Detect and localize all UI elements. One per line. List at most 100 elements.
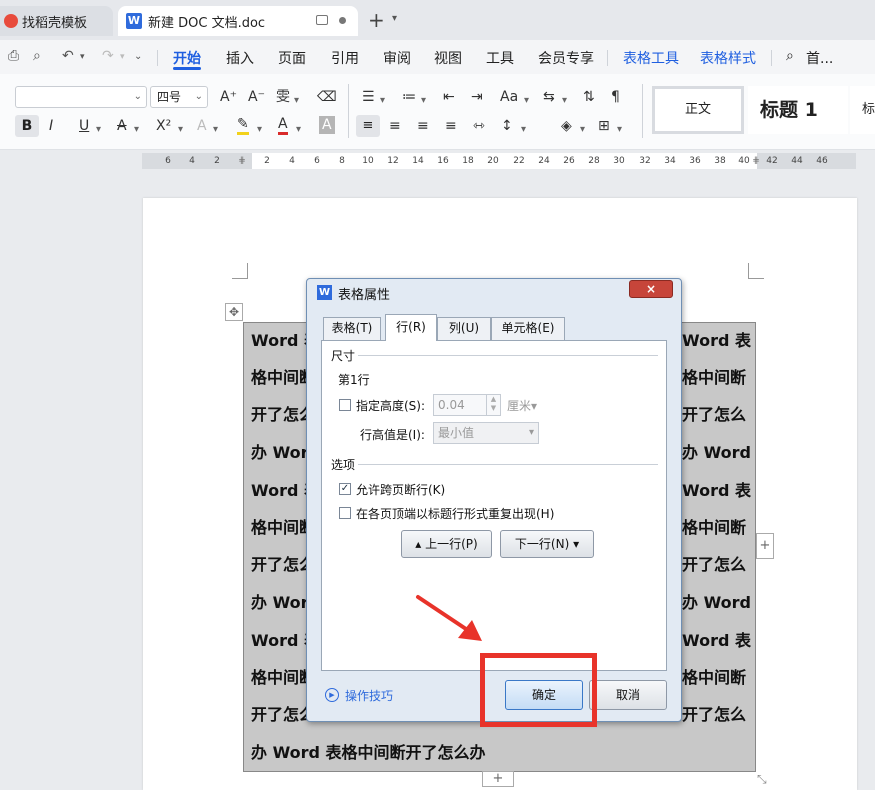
text-effect-icon[interactable]: A — [197, 117, 207, 135]
style-heading-2[interactable]: 标 — [850, 86, 875, 134]
screen-icon[interactable] — [316, 15, 328, 25]
chevron-down-icon[interactable]: ▾ — [213, 121, 218, 139]
table-move-handle-icon[interactable]: ✥ — [225, 303, 243, 321]
previous-row-button[interactable]: ▴ 上一行(P) — [401, 530, 492, 558]
change-case-icon[interactable]: Aa — [500, 88, 518, 106]
undo-icon[interactable]: ↶ — [62, 48, 74, 64]
spin-arrows-icon[interactable]: ▲ ▼ — [486, 395, 500, 415]
unsaved-dot-icon[interactable] — [339, 17, 346, 24]
next-row-button[interactable]: 下一行(N) ▾ — [500, 530, 594, 558]
undo-menu-icon[interactable]: ▾ — [80, 52, 85, 62]
margin-marker-icon[interactable]: ⋕ — [752, 155, 760, 167]
menu-home[interactable]: 开始 — [173, 48, 201, 68]
strikethrough-icon[interactable]: A — [117, 117, 127, 135]
specify-height-checkbox[interactable] — [339, 399, 351, 411]
menu-member[interactable]: 会员专享 — [538, 48, 594, 68]
tab-cell[interactable]: 单元格(E) — [491, 317, 565, 340]
highlight-icon[interactable]: ✎ — [237, 117, 249, 135]
menu-insert[interactable]: 插入 — [226, 48, 254, 68]
bullet-list-icon[interactable]: ☰ — [362, 88, 375, 106]
shading-fill-icon[interactable]: ◈ — [561, 117, 572, 135]
crop-mark — [748, 263, 764, 279]
tab-column[interactable]: 列(U) — [437, 317, 491, 340]
chevron-down-icon[interactable]: ▾ — [580, 121, 585, 139]
menu-view[interactable]: 视图 — [434, 48, 462, 68]
row-height-input[interactable]: 0.04 ▲ ▼ — [433, 394, 501, 416]
chevron-down-icon[interactable]: ▾ — [296, 121, 301, 139]
allow-break-checkbox[interactable]: ✓ — [339, 483, 351, 495]
repeat-header-checkbox[interactable] — [339, 507, 351, 519]
justify-icon[interactable]: ≡ — [445, 117, 457, 135]
menu-tools[interactable]: 工具 — [486, 48, 514, 68]
decrease-font-icon[interactable]: A⁻ — [248, 88, 265, 106]
phonetic-guide-icon[interactable]: 雯 — [276, 88, 290, 106]
cancel-button[interactable]: 取消 — [589, 680, 667, 710]
tab-table[interactable]: 表格(T) — [323, 317, 381, 340]
close-button[interactable]: × — [629, 280, 673, 298]
chevron-down-icon[interactable]: ▾ — [178, 121, 183, 139]
chevron-down-icon[interactable]: ▾ — [521, 121, 526, 139]
char-shading-icon[interactable]: A — [319, 116, 335, 134]
new-tab-button[interactable]: + — [368, 10, 385, 30]
tab-document[interactable]: W 新建 DOC 文档.doc — [118, 6, 358, 36]
bold-icon[interactable]: B — [15, 115, 39, 137]
print-preview-icon[interactable]: ⌕ — [33, 48, 41, 64]
decrease-indent-icon[interactable]: ⇤ — [443, 88, 455, 106]
redo-menu-icon[interactable]: ▾ — [120, 52, 125, 62]
height-unit-select[interactable]: 厘米▾ — [507, 397, 537, 414]
chevron-down-icon[interactable]: ▾ — [617, 121, 622, 139]
menu-references[interactable]: 引用 — [331, 48, 359, 68]
menu-review[interactable]: 审阅 — [383, 48, 411, 68]
superscript-icon[interactable]: X² — [156, 117, 171, 135]
redo-icon[interactable]: ↷ — [102, 48, 114, 64]
search-command[interactable]: 首... — [806, 48, 833, 68]
margin-marker-icon[interactable]: ⋕ — [238, 155, 246, 167]
increase-font-icon[interactable]: A⁺ — [220, 88, 237, 106]
chevron-down-icon[interactable]: ▾ — [524, 92, 529, 110]
horizontal-ruler[interactable]: 6 4 2 ⋕ 2 4 6 8 10 12 14 16 18 20 22 24 … — [142, 153, 856, 169]
play-icon[interactable]: ▶ — [325, 688, 339, 702]
dialog-title-bar[interactable]: W 表格属性 × — [307, 279, 681, 305]
line-spacing-icon[interactable]: ↕ — [501, 117, 513, 135]
menu-page[interactable]: 页面 — [278, 48, 306, 68]
table-resize-icon[interactable]: ⤡ — [757, 772, 767, 787]
numbered-list-icon[interactable]: ≔ — [402, 88, 416, 106]
chevron-down-icon[interactable]: ▾ — [294, 92, 299, 110]
chevron-down-icon[interactable]: ▾ — [257, 121, 262, 139]
align-center-icon[interactable]: ≡ — [389, 117, 401, 135]
chevron-down-icon[interactable]: ▾ — [134, 121, 139, 139]
show-marks-icon[interactable]: ¶ — [611, 88, 620, 106]
add-column-button[interactable]: + — [756, 533, 774, 559]
align-right-icon[interactable]: ≡ — [417, 117, 429, 135]
borders-icon[interactable]: ⊞ — [598, 117, 610, 135]
divider — [157, 50, 158, 66]
row-height-mode-select[interactable]: 最小值 ▾ — [433, 422, 539, 444]
font-size-select[interactable]: 四号 ⌄ — [150, 86, 208, 108]
tab-templates[interactable]: 找稻壳模板 — [0, 6, 113, 36]
underline-icon[interactable]: U — [79, 117, 89, 135]
chevron-down-icon[interactable]: ▾ — [562, 92, 567, 110]
more-quick-access-icon[interactable]: ⌄ — [134, 51, 142, 62]
menu-table-tools[interactable]: 表格工具 — [623, 48, 679, 68]
font-color-icon[interactable]: A — [278, 117, 288, 135]
style-heading-1[interactable]: 标题 1 — [748, 86, 848, 134]
italic-icon[interactable]: I — [49, 117, 53, 135]
text-direction-icon[interactable]: ⇆ — [543, 88, 555, 106]
search-icon[interactable]: ⌕ — [786, 48, 794, 64]
style-normal[interactable]: 正文 — [652, 86, 744, 134]
chevron-down-icon[interactable]: ▾ — [96, 121, 101, 139]
chevron-down-icon[interactable]: ▾ — [380, 92, 385, 110]
sort-icon[interactable]: ⇅ — [583, 88, 595, 106]
clear-format-icon[interactable]: ⌫ — [317, 88, 337, 106]
tips-link[interactable]: 操作技巧 — [345, 687, 393, 704]
align-left-icon[interactable]: ≡ — [356, 115, 380, 137]
add-row-button[interactable]: + — [482, 771, 514, 787]
chevron-down-icon[interactable]: ▾ — [392, 13, 397, 24]
font-name-select[interactable]: ⌄ — [15, 86, 147, 108]
tab-row[interactable]: 行(R) — [385, 314, 437, 341]
print-icon[interactable]: ⎙ — [8, 48, 19, 64]
increase-indent-icon[interactable]: ⇥ — [471, 88, 483, 106]
chevron-down-icon[interactable]: ▾ — [421, 92, 426, 110]
distributed-icon[interactable]: ⇿ — [473, 117, 485, 135]
menu-table-style[interactable]: 表格样式 — [700, 48, 756, 68]
